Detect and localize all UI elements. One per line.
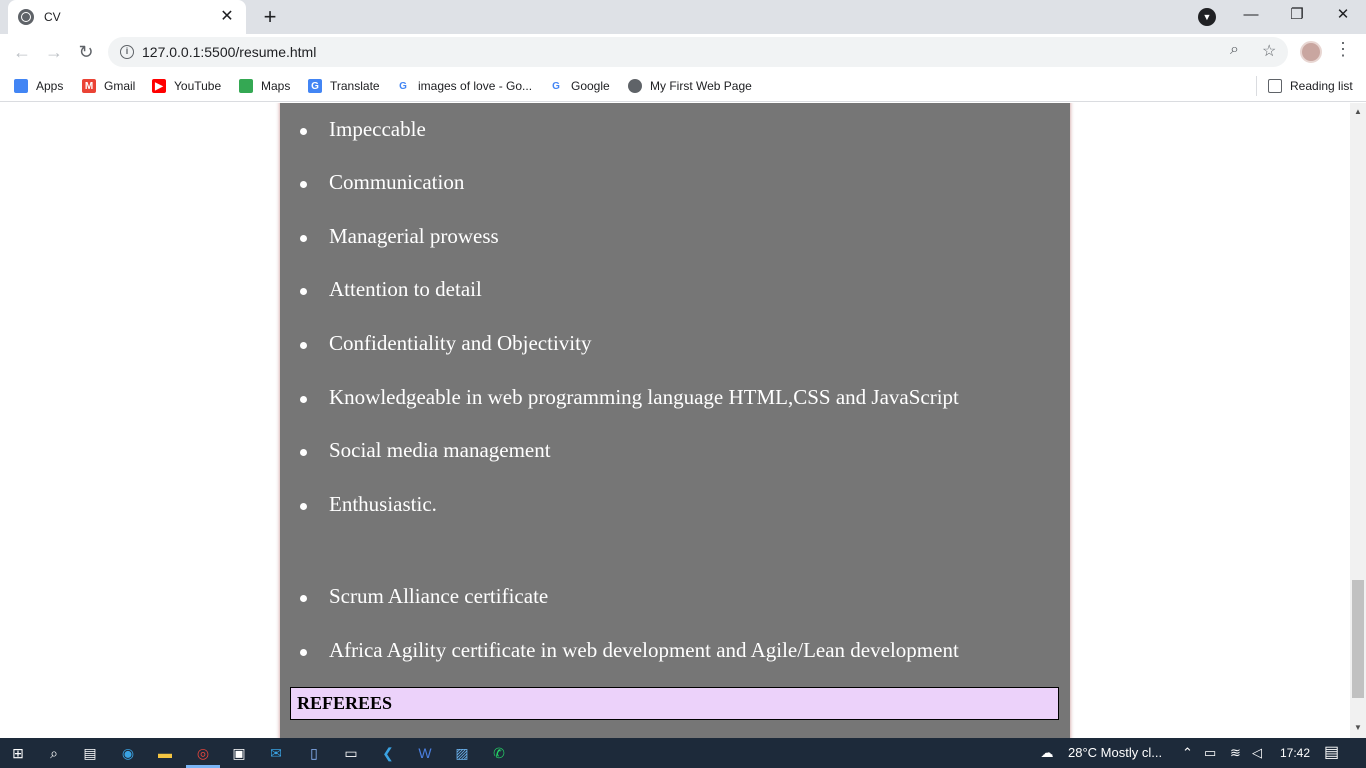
- referees-heading: REFEREES: [290, 687, 1059, 720]
- bookmark-label: Maps: [261, 79, 291, 93]
- close-window-button[interactable]: ✕: [1320, 0, 1366, 30]
- gmail-icon: M: [82, 79, 96, 93]
- google-icon: G: [549, 79, 563, 93]
- edge-icon[interactable]: ◉: [118, 743, 138, 763]
- bookmark-label: YouTube: [174, 79, 222, 93]
- reading-list-label: Reading list: [1290, 79, 1353, 93]
- list-item: Knowledgeable in web programming languag…: [300, 385, 959, 409]
- scroll-up-icon[interactable]: ▲: [1353, 107, 1363, 116]
- bookmark-label: My First Web Page: [650, 79, 752, 93]
- page-viewport: Impeccable Communication Managerial prow…: [0, 103, 1350, 738]
- tab-search-icon[interactable]: ▼: [1198, 8, 1216, 26]
- cv-panel: Impeccable Communication Managerial prow…: [280, 103, 1070, 738]
- translate-icon: G: [308, 79, 322, 93]
- browser-tab[interactable]: CV ✕: [8, 0, 246, 34]
- bookmarks-bar: Apps M Gmail ▶ YouTube Maps G Translate …: [0, 70, 1366, 102]
- terminal-icon[interactable]: ▭: [341, 743, 361, 763]
- profile-avatar[interactable]: [1300, 41, 1322, 63]
- bookmark-gmail[interactable]: M Gmail: [82, 77, 135, 95]
- bookmark-translate[interactable]: G Translate: [308, 77, 380, 95]
- clock-time[interactable]: 17:42: [1280, 738, 1310, 768]
- weather-text[interactable]: 28°C Mostly cl...: [1068, 738, 1162, 768]
- scroll-thumb[interactable]: [1352, 580, 1364, 698]
- chrome-icon[interactable]: ◎: [193, 743, 213, 763]
- zoom-icon[interactable]: ⌕: [1230, 41, 1239, 59]
- bookmark-maps[interactable]: Maps: [239, 77, 290, 95]
- reading-list-button[interactable]: Reading list: [1268, 77, 1353, 95]
- list-item: Enthusiastic.: [300, 492, 437, 516]
- whatsapp-icon[interactable]: ✆: [489, 743, 509, 763]
- bookmark-label: Gmail: [104, 79, 136, 93]
- new-tab-button[interactable]: +: [256, 4, 284, 32]
- weather-icon[interactable]: ☁: [1036, 738, 1058, 768]
- tab-title: CV: [44, 10, 61, 24]
- vscode-icon[interactable]: ❮: [378, 743, 398, 763]
- list-item: Confidentiality and Objectivity: [299, 331, 592, 355]
- list-item: Communication: [299, 170, 465, 194]
- forward-button[interactable]: →: [40, 38, 68, 66]
- reload-button[interactable]: ↻: [72, 38, 100, 66]
- bookmark-label: Apps: [36, 79, 64, 93]
- menu-icon[interactable]: ⋮: [1334, 39, 1352, 60]
- list-item: Managerial prowess: [300, 224, 499, 248]
- tray-overflow-icon[interactable]: ⌃: [1182, 738, 1193, 768]
- list-item: Social media management: [300, 438, 551, 462]
- page-scrollbar[interactable]: ▲ ▼: [1350, 103, 1366, 738]
- tab-close-icon[interactable]: ✕: [218, 8, 236, 26]
- battery-icon[interactable]: ▭: [1204, 738, 1216, 768]
- wifi-icon[interactable]: ≋: [1230, 738, 1241, 768]
- bookmark-my-first-web-page[interactable]: My First Web Page: [628, 77, 752, 95]
- task-view-icon[interactable]: ▤: [80, 743, 100, 763]
- windows-start-icon[interactable]: ⊞: [8, 743, 28, 763]
- info-icon[interactable]: i: [120, 45, 134, 59]
- list-item: Scrum Alliance certificate: [299, 584, 549, 608]
- bookmark-label: Google: [571, 79, 610, 93]
- bookmark-star-icon[interactable]: ☆: [1262, 41, 1276, 61]
- google-icon: G: [396, 79, 410, 93]
- url-text: 127.0.0.1:5500/resume.html: [142, 44, 317, 60]
- list-item: Attention to detail: [300, 277, 482, 301]
- maps-icon: [239, 79, 253, 93]
- scroll-down-icon[interactable]: ▼: [1353, 723, 1363, 732]
- bookmarks-divider: [1256, 76, 1257, 96]
- restore-button[interactable]: ❐: [1274, 0, 1320, 30]
- reading-list-icon: [1268, 79, 1282, 93]
- bookmark-label: images of love - Go...: [418, 79, 533, 93]
- list-item: Impeccable: [300, 117, 426, 141]
- bookmark-apps[interactable]: Apps: [14, 77, 63, 95]
- mail-icon[interactable]: ✉: [266, 743, 286, 763]
- back-button[interactable]: ←: [8, 38, 36, 66]
- volume-icon[interactable]: ◁: [1252, 738, 1262, 768]
- photos-icon[interactable]: ▨: [452, 743, 472, 763]
- address-bar[interactable]: i 127.0.0.1:5500/resume.html ⌕ ☆: [108, 37, 1288, 67]
- bookmark-google[interactable]: G Google: [549, 77, 610, 95]
- globe-icon: [18, 9, 34, 25]
- file-explorer-icon[interactable]: ▬: [155, 743, 175, 763]
- youtube-icon: ▶: [152, 79, 166, 93]
- globe-icon: [628, 79, 642, 93]
- bookmark-label: Translate: [330, 79, 380, 93]
- apps-grid-icon: [14, 79, 28, 93]
- notepad-icon[interactable]: ▯: [304, 743, 324, 763]
- notifications-icon[interactable]: ▤: [1324, 738, 1339, 768]
- browser-toolbar: ← → ↻ i 127.0.0.1:5500/resume.html ⌕ ☆ ⋮: [0, 34, 1366, 70]
- word-icon[interactable]: W: [415, 743, 435, 763]
- bookmark-youtube[interactable]: ▶ YouTube: [152, 77, 221, 95]
- list-item: Africa Agility certificate in web develo…: [300, 638, 959, 662]
- tab-strip: CV ✕ + ▼ — ❐ ✕: [0, 0, 1366, 34]
- store-icon[interactable]: ▣: [229, 743, 249, 763]
- minimize-button[interactable]: —: [1228, 0, 1274, 30]
- bookmark-images-of-love[interactable]: G images of love - Go...: [396, 77, 532, 95]
- search-icon[interactable]: ⌕: [44, 743, 64, 763]
- windows-taskbar: ⊞ ⌕ ▤ ◉ ▬ ◎ ▣ ✉ ▯ ▭ ❮ W ▨ ✆ ☁ 28°C Mostl…: [0, 738, 1366, 768]
